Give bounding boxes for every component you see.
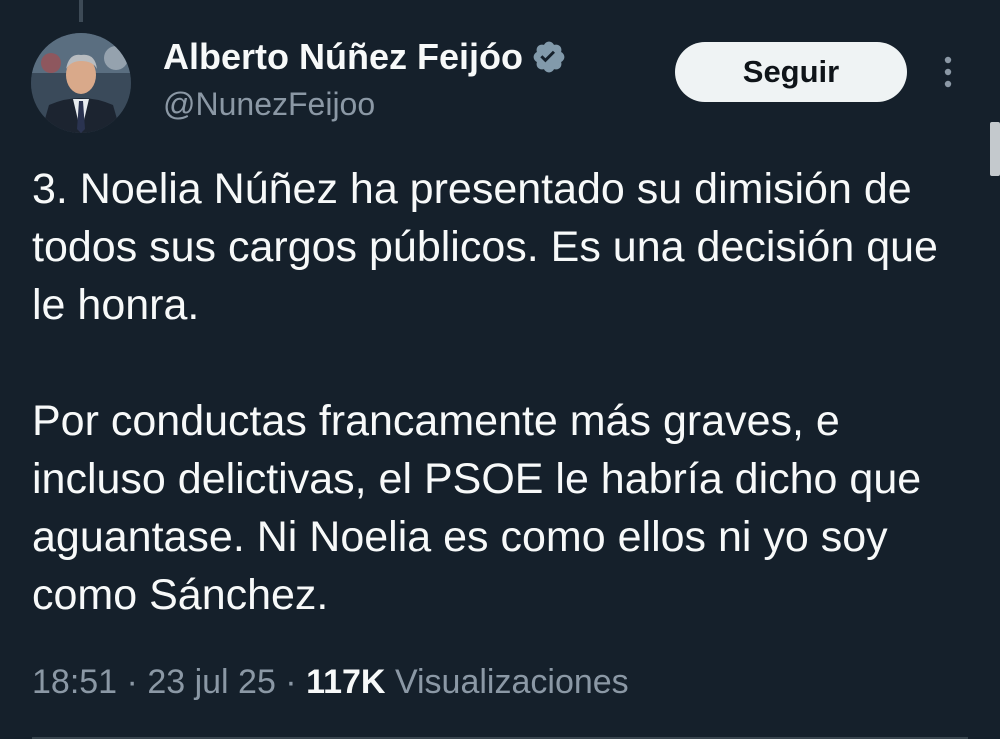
follow-button[interactable]: Seguir	[675, 42, 907, 102]
tweet-body: 3. Noelia Núñez ha presentado su dimisió…	[32, 160, 952, 624]
profile-photo	[31, 33, 131, 133]
scrollbar-thumb[interactable]	[990, 122, 1000, 176]
views-count: 117K	[306, 663, 386, 701]
thread-connector-line	[79, 0, 83, 22]
tweet-metadata: 18:51 · 23 jul 25 · 117K Visualizaciones	[32, 663, 629, 702]
more-options-icon[interactable]	[936, 52, 960, 92]
tweet-date[interactable]: 23 jul 25	[147, 663, 276, 701]
tweet-time[interactable]: 18:51	[32, 663, 117, 701]
author-name-text: Alberto Núñez Feijóo	[163, 36, 523, 77]
tweet-paragraph: Por conductas francamente más graves, e …	[32, 397, 922, 619]
meta-separator: ·	[275, 663, 307, 701]
author-handle[interactable]: @NunezFeijoo	[163, 86, 375, 123]
author-avatar[interactable]	[31, 33, 131, 133]
author-name[interactable]: Alberto Núñez Feijóo	[163, 36, 567, 78]
verified-badge-icon	[533, 41, 565, 73]
meta-separator: ·	[117, 663, 148, 701]
views-label: Visualizaciones	[394, 663, 629, 701]
tweet-paragraph: 3. Noelia Núñez ha presentado su dimisió…	[32, 165, 938, 329]
